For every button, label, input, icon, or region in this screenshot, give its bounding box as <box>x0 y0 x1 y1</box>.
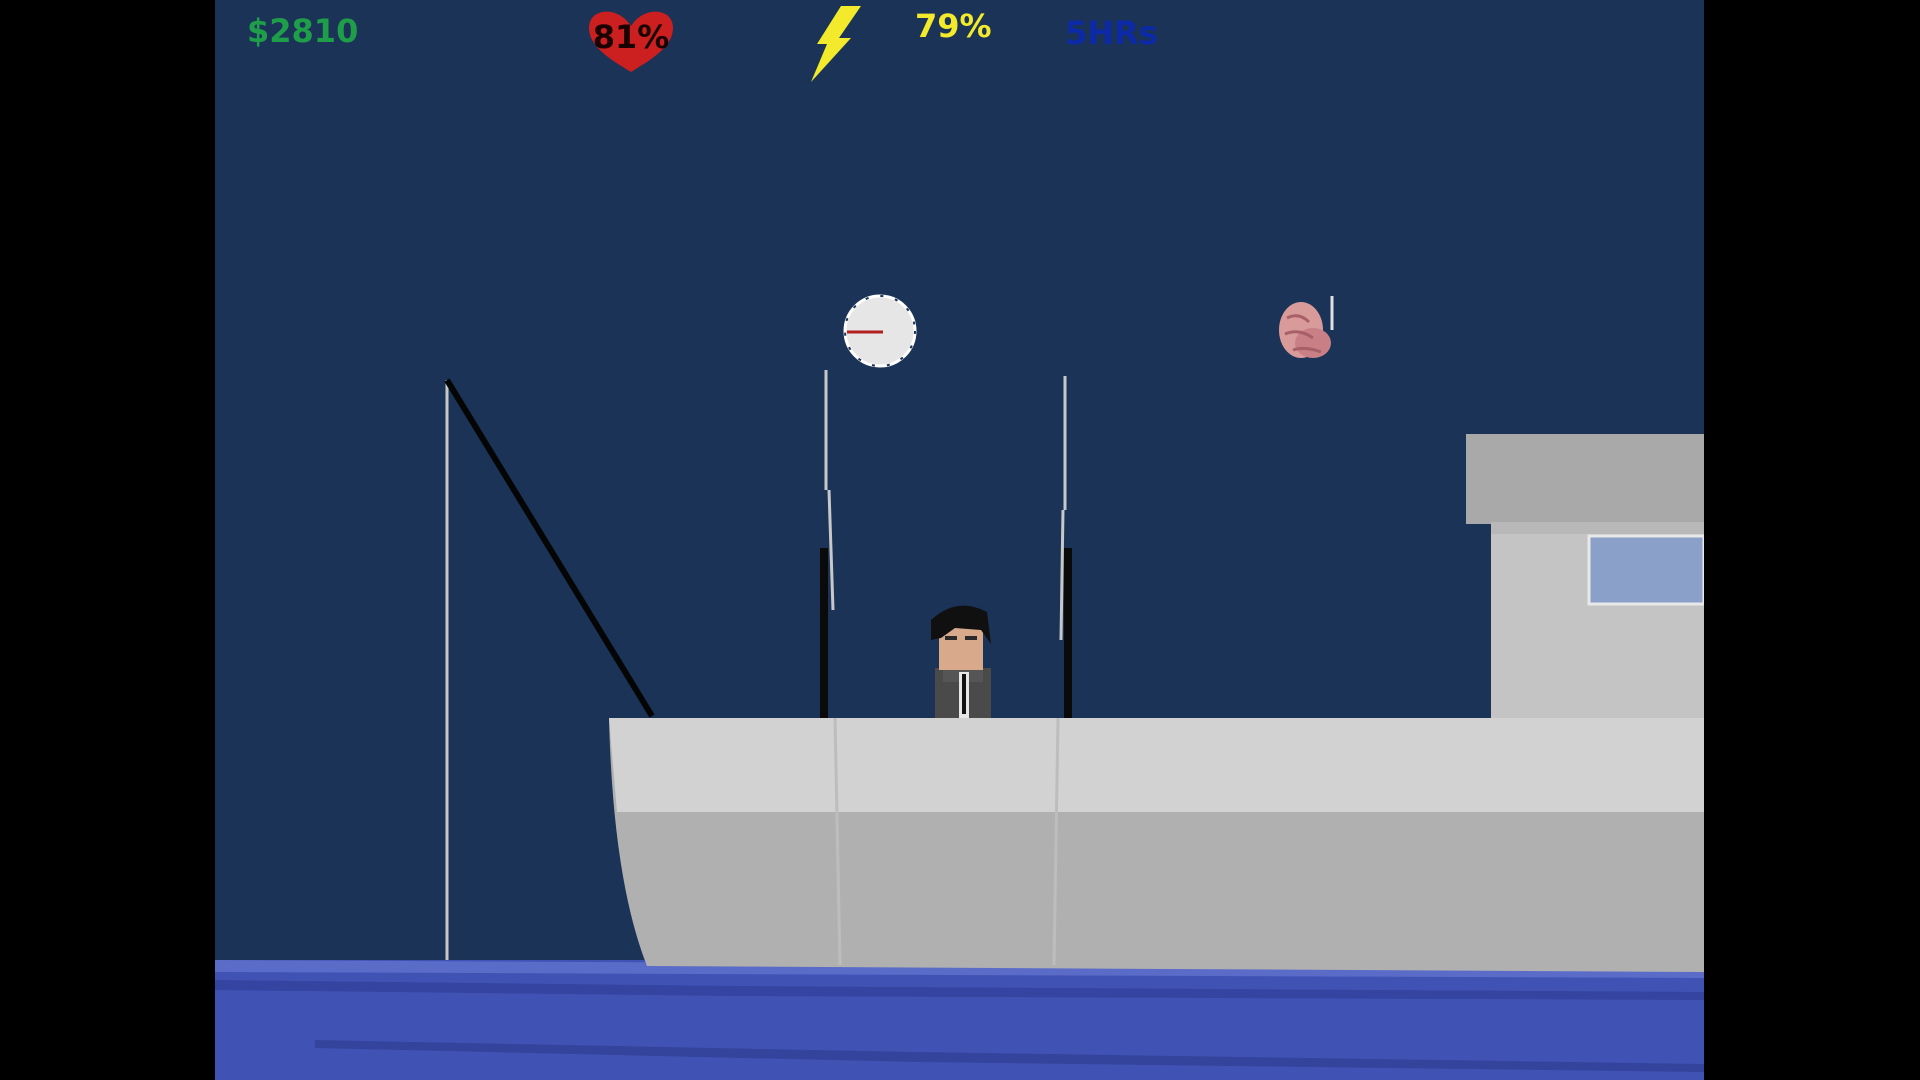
ship-window <box>1587 534 1704 606</box>
game-viewport: $2810 81% 79% 5HRs <box>215 0 1704 1080</box>
energy-value: 79% <box>915 7 992 45</box>
player-character[interactable] <box>931 605 991 718</box>
scene <box>215 0 1704 1080</box>
time-remaining: 5HRs <box>1065 14 1158 52</box>
ship-cabin-trim <box>1491 522 1704 534</box>
game-screen: $2810 81% 79% 5HRs <box>0 0 1920 1080</box>
clock-icon <box>843 294 917 368</box>
character-tie <box>962 674 966 714</box>
health-indicator: 81% <box>585 8 677 74</box>
sea <box>215 960 1704 1080</box>
health-value: 81% <box>592 18 670 56</box>
lightning-bolt-icon <box>811 6 861 82</box>
ship-deck <box>609 718 1704 812</box>
ship-cabin-roof <box>1466 434 1704 524</box>
money-counter: $2810 <box>247 12 359 50</box>
